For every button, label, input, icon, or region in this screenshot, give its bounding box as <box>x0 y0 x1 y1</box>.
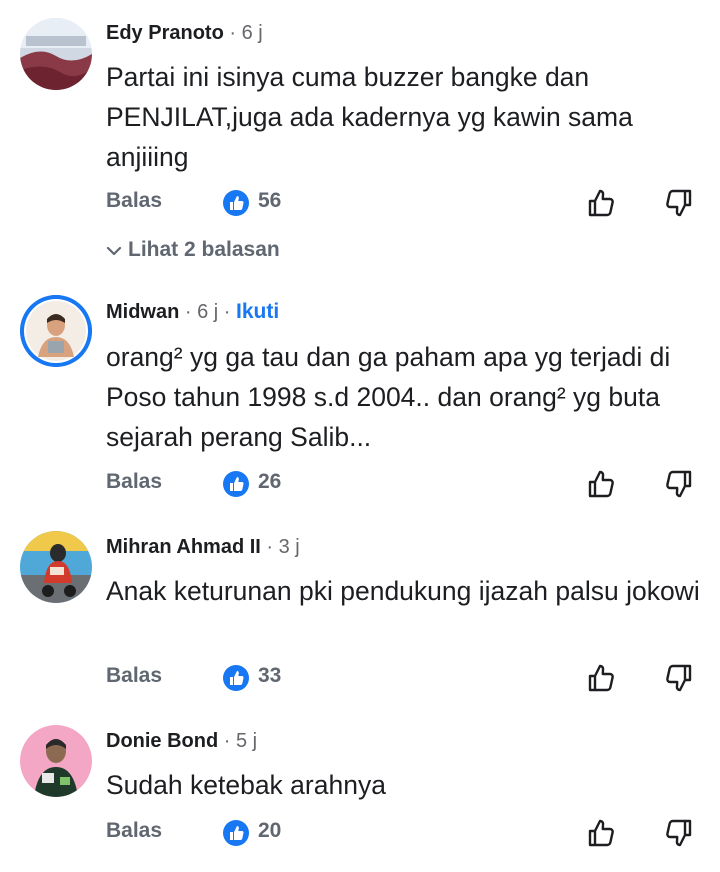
author-name[interactable]: Midwan <box>106 301 179 323</box>
comment-actions: Balas 56 <box>0 187 720 219</box>
reply-button[interactable]: Balas <box>106 819 162 843</box>
view-replies-label: Lihat 2 balasan <box>128 238 280 261</box>
thumbs-down-outline-icon[interactable] <box>663 817 695 854</box>
comment-text: Anak keturunan pki pendukung ijazah pals… <box>106 576 700 606</box>
timestamp: · 5 j <box>223 730 258 752</box>
avatar[interactable] <box>20 295 92 367</box>
comment-text: Partai ini isinya cuma buzzer bangke dan… <box>106 62 633 172</box>
thumbs-down-outline-icon[interactable] <box>663 187 695 224</box>
comment-header: Edy Pranoto · 6 j <box>106 20 263 46</box>
thumbs-down-outline-icon[interactable] <box>663 468 695 505</box>
comment-text: orang² yg ga tau dan ga paham apa yg ter… <box>106 342 671 452</box>
thumbs-up-outline-icon[interactable] <box>585 817 617 854</box>
avatar-person-pink-icon <box>20 725 92 797</box>
reply-button[interactable]: Balas <box>106 664 162 688</box>
follow-button[interactable]: Ikuti <box>236 300 279 323</box>
like-count[interactable]: 26 <box>258 470 281 494</box>
thumbs-up-outline-icon[interactable] <box>585 468 617 505</box>
thumbs-up-icon <box>223 190 249 216</box>
like-count[interactable]: 56 <box>258 189 281 213</box>
author-name[interactable]: Edy Pranoto <box>106 22 224 44</box>
avatar[interactable] <box>20 531 92 603</box>
thumbs-up-icon <box>223 820 249 846</box>
timestamp: · 6 j · <box>184 301 231 323</box>
thumbs-up-outline-icon[interactable] <box>585 662 617 699</box>
timestamp: · 3 j <box>266 536 300 558</box>
like-count[interactable]: 33 <box>258 664 281 688</box>
avatar[interactable] <box>20 725 92 797</box>
avatar-landscape-icon <box>20 18 92 90</box>
like-count[interactable]: 20 <box>258 819 281 843</box>
author-name[interactable]: Mihran Ahmad II <box>106 536 261 558</box>
view-replies-link[interactable]: Lihat 2 balasan <box>106 238 280 262</box>
thumbs-down-outline-icon[interactable] <box>663 662 695 699</box>
thumbs-up-icon <box>223 665 249 691</box>
comment-header: Mihran Ahmad II · 3 j <box>106 534 300 560</box>
reply-button[interactable]: Balas <box>106 470 162 494</box>
thumbs-up-icon <box>223 471 249 497</box>
avatar-person-icon <box>20 295 92 367</box>
avatar-rider-icon <box>20 531 92 603</box>
reply-button[interactable]: Balas <box>106 189 162 213</box>
avatar[interactable] <box>20 18 92 90</box>
author-name[interactable]: Donie Bond <box>106 730 218 752</box>
comment-header: Donie Bond · 5 j <box>106 728 257 754</box>
comment-actions: Balas 26 <box>0 468 720 500</box>
comment-actions: Balas 33 <box>0 662 720 694</box>
chevron-down-icon <box>106 238 122 262</box>
comment-actions: Balas 20 <box>0 817 720 849</box>
comment-header: Midwan · 6 j · Ikuti <box>106 299 279 325</box>
timestamp: · 6 j <box>229 22 263 44</box>
comment-text: Sudah ketebak arahnya <box>106 770 386 800</box>
thumbs-up-outline-icon[interactable] <box>585 187 617 224</box>
